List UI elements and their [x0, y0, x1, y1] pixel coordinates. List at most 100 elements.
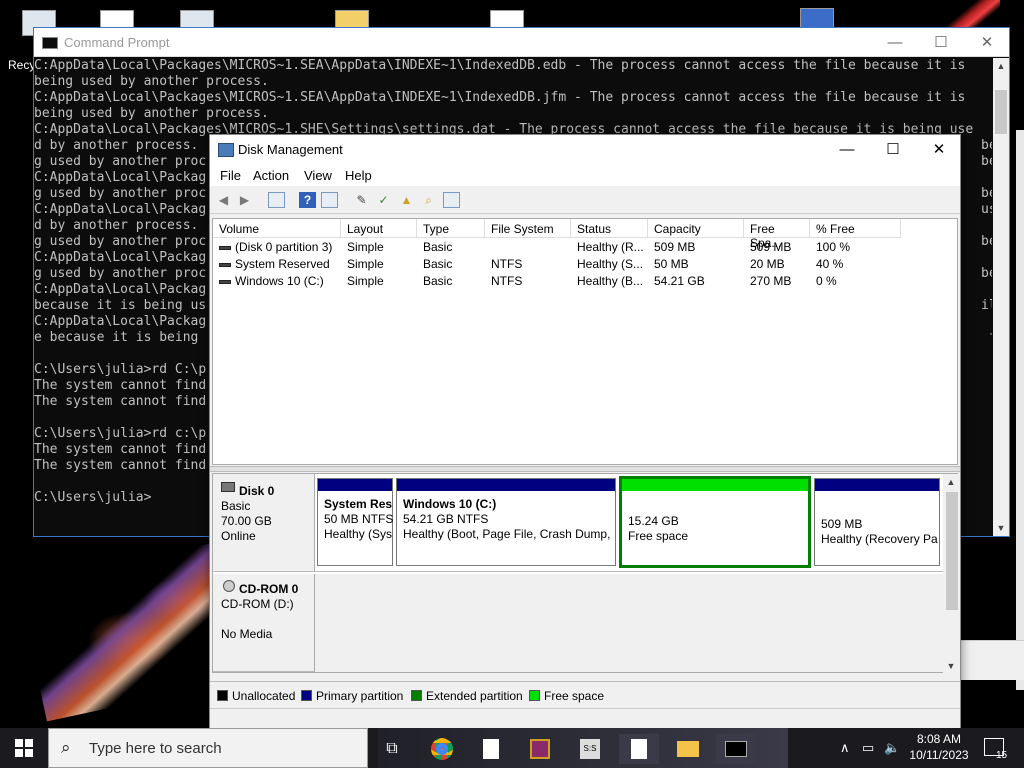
background-window-edge [1016, 130, 1024, 690]
task-view-icon[interactable]: ⧉ [372, 734, 412, 764]
partition-title: Windows 10 (C:) [403, 497, 497, 511]
volume-name: Windows 10 (C:) [235, 274, 324, 288]
partition-free-space[interactable]: 15.24 GB Free space [619, 476, 811, 568]
cdrom-icon [223, 580, 235, 592]
settings-icon[interactable] [443, 192, 460, 208]
desktop-shortcut-icon[interactable] [180, 10, 214, 28]
forward-arrow-icon[interactable]: ▶ [236, 192, 253, 208]
check-icon[interactable]: ✓ [375, 192, 392, 208]
disk0-label[interactable]: Disk 0 Basic 70.00 GB Online [213, 474, 315, 572]
folder-up-icon[interactable]: ▲ [398, 192, 415, 208]
scroll-up-icon[interactable]: ▲ [943, 474, 959, 490]
volume-name: (Disk 0 partition 3) [235, 240, 333, 254]
col-free-space[interactable]: Free Spa... [744, 219, 810, 250]
volume-cell-pct: 100 % [816, 240, 851, 254]
dm-close-button[interactable]: ✕ [916, 135, 962, 163]
clock-date: 10/11/2023 [909, 748, 969, 762]
scroll-down-icon[interactable]: ▼ [993, 520, 1009, 536]
volume-icon[interactable]: 🔈 [884, 740, 900, 756]
menu-action[interactable]: Action [253, 168, 289, 183]
volume-cell-pct: 0 % [816, 274, 837, 288]
partition-size: 15.24 GB [628, 514, 679, 528]
cmd-close-button[interactable]: ✕ [964, 28, 1010, 56]
partition-windows-c[interactable]: Windows 10 (C:) 54.21 GB NTFS Healthy (Boo… [396, 478, 616, 566]
connect-icon[interactable]: ✎ [353, 192, 370, 208]
desktop-document-icon[interactable] [490, 10, 524, 28]
cmd-app-icon [42, 37, 58, 49]
graph-scroll-thumb[interactable] [946, 492, 958, 610]
col-capacity[interactable]: Capacity [648, 219, 744, 238]
dm-maximize-button[interactable]: ☐ [870, 135, 916, 163]
dm-minimize-button[interactable]: — [824, 135, 870, 163]
partition-legend: Unallocated Primary partition Extended p… [210, 681, 960, 707]
back-arrow-icon[interactable]: ◀ [215, 192, 232, 208]
legend-extended: Extended partition [426, 689, 523, 703]
taskbar-clock[interactable]: 8:08 AM 10/11/2023 [900, 731, 978, 763]
disk0-partitions: System Res 50 MB NTFS Healthy (Sys Windows… [315, 474, 943, 572]
winrar-icon[interactable] [520, 734, 560, 764]
cmd-maximize-button[interactable]: ☐ [918, 28, 964, 56]
desktop-app-icon[interactable] [800, 8, 834, 28]
menu-file[interactable]: File [220, 168, 241, 183]
search-placeholder: Type here to search [89, 740, 222, 757]
dm-menubar: File Action View Help [210, 164, 960, 186]
volume-cell-volume: Windows 10 (C:) [219, 274, 345, 291]
volume-cell-fs: NTFS [491, 257, 523, 271]
partition-size: 509 MB [821, 517, 863, 531]
file-explorer-icon[interactable] [668, 734, 708, 764]
partition-recovery[interactable]: 509 MB Healthy (Recovery Pa [814, 478, 940, 566]
disk-graphical-view[interactable]: Disk 0 Basic 70.00 GB Online System Res 5… [212, 473, 959, 674]
volume-cell-status: Healthy (R... [577, 240, 644, 254]
volume-cell-type: Basic [423, 240, 453, 254]
volume-row[interactable]: (Disk 0 partition 3) Simple Basic Healthy (… [213, 239, 957, 256]
dm-statusbar [210, 708, 960, 729]
volume-row[interactable]: Windows 10 (C:) Simple Basic NTFS Healthy (B… [213, 273, 957, 290]
legend-unallocated: Unallocated [232, 689, 296, 703]
search-icon: ⌕ [61, 738, 71, 757]
menu-view[interactable]: View [304, 168, 332, 183]
partition-status: Healthy (Sys [324, 527, 393, 541]
col-volume[interactable]: Volume [213, 219, 341, 238]
volume-cell-fs: NTFS [491, 274, 523, 288]
col-filesystem[interactable]: File System [485, 219, 571, 238]
search-folder-icon[interactable]: ⌕ [420, 192, 437, 208]
disk-management-window[interactable]: Disk Management — ☐ ✕ File Action View H… [209, 134, 961, 730]
scroll-up-icon[interactable]: ▲ [993, 58, 1009, 74]
volume-cell-free: 270 MB [750, 274, 792, 288]
volume-cell-pct: 40 % [816, 257, 844, 271]
notepad-file-icon[interactable] [471, 734, 511, 764]
cmd-scroll-thumb[interactable] [995, 90, 1007, 134]
console-line: being used by another process. [34, 74, 269, 89]
col-type[interactable]: Type [417, 219, 485, 238]
col-status[interactable]: Status [571, 219, 648, 238]
cdrom0-label[interactable]: CD-ROM 0 CD-ROM (D:) No Media [213, 574, 315, 672]
col-layout[interactable]: Layout [341, 219, 417, 238]
col-percent-free[interactable]: % Free [810, 219, 901, 238]
partition-status: Healthy (Boot, Page File, Crash Dump, I [403, 527, 613, 541]
partition-status: Free space [628, 529, 689, 543]
document-app-icon[interactable] [619, 734, 659, 764]
dm-titlebar[interactable]: Disk Management — ☐ ✕ [210, 135, 960, 164]
cmd-titlebar[interactable]: Command Prompt — ☐ ✕ [34, 28, 1009, 57]
partition-system-reserved[interactable]: System Res 50 MB NTFS Healthy (Sys [317, 478, 393, 566]
volume-row[interactable]: System Reserved Simple Basic NTFS Healthy (S… [213, 256, 957, 273]
desktop-file-icon[interactable] [100, 10, 134, 28]
menu-help[interactable]: Help [345, 168, 372, 183]
pane-splitter[interactable] [210, 466, 960, 472]
legend-free: Free space [544, 689, 605, 703]
volume-icon [219, 245, 231, 250]
taskbar-search-box[interactable]: ⌕ Type here to search [48, 728, 368, 768]
start-button[interactable] [0, 728, 48, 768]
cmd-minimize-button[interactable]: — [872, 28, 918, 56]
volume-list[interactable]: Volume Layout Type File System Status Ca… [212, 218, 958, 465]
show-hidden-icons-chevron-icon[interactable]: ∧ [840, 740, 850, 756]
scroll-down-icon[interactable]: ▼ [943, 658, 959, 674]
chrome-icon[interactable] [422, 734, 462, 764]
desktop-folder-icon[interactable] [335, 10, 369, 28]
app-ss-icon[interactable]: S:S [570, 734, 610, 764]
help-icon[interactable]: ? [299, 192, 316, 208]
properties-icon[interactable] [321, 192, 338, 208]
show-hide-tree-icon[interactable] [268, 192, 285, 208]
command-prompt-taskbar-icon[interactable] [716, 734, 756, 764]
network-icon[interactable]: ▭ [862, 740, 874, 756]
